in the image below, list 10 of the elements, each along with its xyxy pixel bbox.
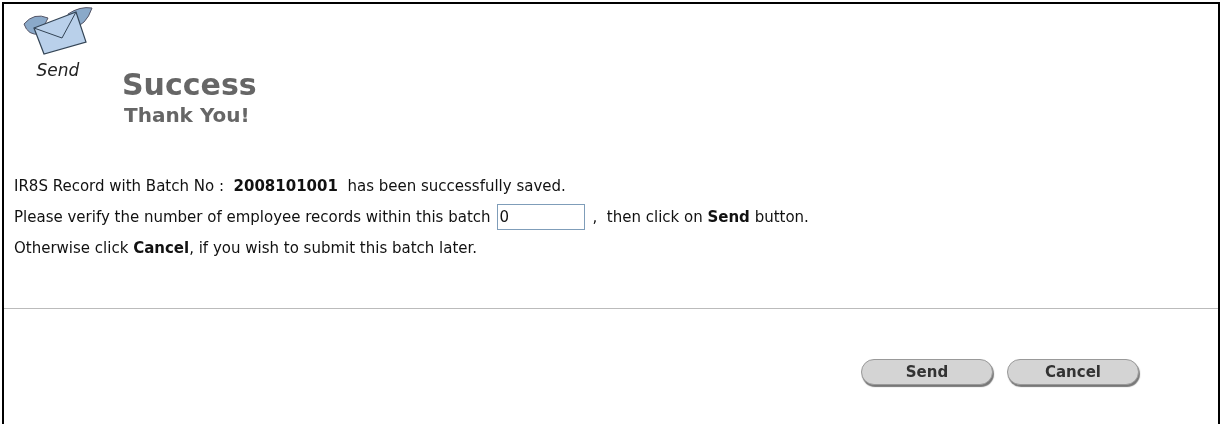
icon-caption: Send [36, 60, 80, 80]
saved-message: IR8S Record with Batch No : 2008101001 has been successfully saved. [14, 176, 567, 196]
verify-instruction: Please verify the number of employee records within this batch [14, 207, 491, 227]
cancel-instruction: Otherwise click Cancel, if you wish to submit this batch later. [14, 238, 479, 258]
page-subtitle: Thank You! [124, 102, 251, 128]
cancel-button[interactable]: Cancel [1007, 359, 1139, 385]
page-title: Success [122, 68, 257, 102]
send-instruction: , then click on Send button. [592, 207, 809, 227]
record-count-field[interactable]: 0 [496, 204, 585, 230]
send-button[interactable]: Send [861, 359, 993, 385]
